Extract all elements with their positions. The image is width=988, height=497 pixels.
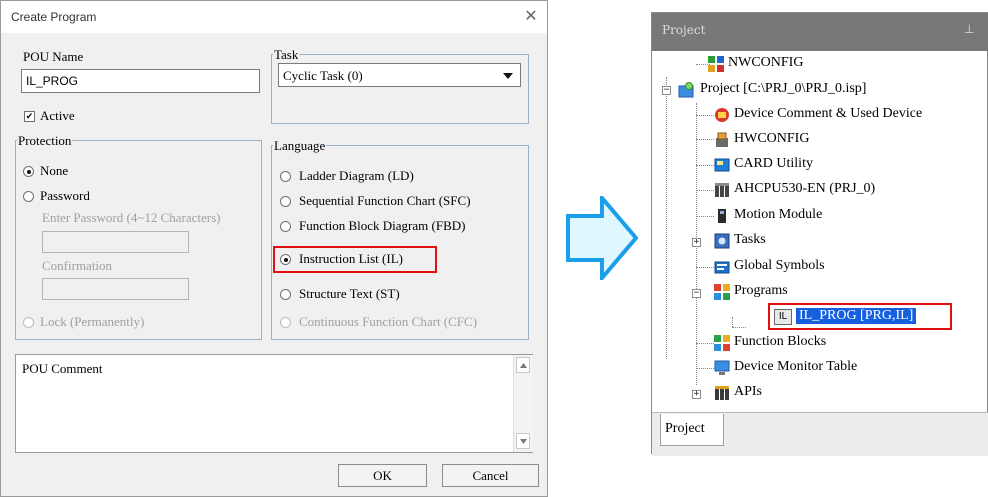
- enter-password-label: Enter Password (4~12 Characters): [42, 210, 221, 225]
- project-icon: [678, 82, 694, 98]
- pou-name-input[interactable]: IL_PROG: [21, 69, 260, 93]
- collapse-icon[interactable]: −: [662, 86, 671, 95]
- language-legend: Language: [273, 138, 327, 153]
- language-cfc-radio[interactable]: [280, 317, 291, 328]
- language-ld-radio[interactable]: [280, 171, 291, 182]
- protection-none-label: None: [40, 163, 69, 178]
- tree-label: APIs: [734, 384, 763, 399]
- create-program-dialog: Create Program ✕ POU Name IL_PROG ✔ Acti…: [0, 0, 548, 497]
- project-panel: Project ⊥ NWCONFIG − Project [C:\PRJ_0\P…: [651, 12, 988, 456]
- pou-comment-label: POU Comment: [22, 361, 103, 376]
- apis-icon: [715, 386, 729, 400]
- right-arrow-icon: [566, 196, 638, 280]
- tree-line-programs: [732, 317, 733, 327]
- chevron-down-icon: [503, 73, 513, 79]
- pou-name-label: POU Name: [23, 49, 84, 64]
- active-label: Active: [40, 108, 75, 123]
- expand-icon[interactable]: +: [692, 390, 701, 399]
- tree-label: HWCONFIG: [734, 131, 810, 146]
- comment-scrollbar[interactable]: [513, 355, 533, 452]
- active-checkbox[interactable]: ✔: [24, 111, 35, 122]
- il-badge-icon: IL: [774, 309, 792, 325]
- protection-legend: Protection: [17, 133, 73, 148]
- tree-hline: [696, 139, 714, 140]
- global-symbols-icon: [714, 261, 730, 274]
- language-sfc-label: Sequential Function Chart (SFC): [299, 193, 471, 208]
- motion-module-icon: [718, 209, 726, 223]
- tree-label: Global Symbols: [734, 258, 825, 273]
- hwconfig-icon: [716, 132, 728, 147]
- protection-password-label: Password: [40, 188, 90, 203]
- tree-label: Motion Module: [734, 207, 823, 222]
- pin-icon[interactable]: ⊥: [964, 22, 974, 36]
- tree-label: NWCONFIG: [728, 55, 804, 70]
- confirmation-label: Confirmation: [42, 258, 113, 273]
- tree-hline: [696, 115, 714, 116]
- tree-label: Project [C:\PRJ_0\PRJ_0.isp]: [700, 81, 867, 96]
- lock-label: Lock (Permanently): [40, 314, 145, 329]
- cancel-button[interactable]: Cancel: [442, 464, 539, 487]
- collapse-icon[interactable]: −: [692, 289, 701, 298]
- scroll-up-button[interactable]: [516, 357, 530, 373]
- language-il-label: Instruction List (IL): [299, 251, 403, 266]
- device-comment-icon: [715, 108, 729, 122]
- confirmation-input[interactable]: [42, 278, 189, 300]
- language-fbd-radio[interactable]: [280, 221, 291, 232]
- language-fbd-label: Function Block Diagram (FBD): [299, 218, 466, 233]
- task-select[interactable]: Cyclic Task (0): [278, 63, 521, 87]
- language-ld-label: Ladder Diagram (LD): [299, 168, 414, 183]
- pou-name-value: IL_PROG: [26, 74, 79, 88]
- tree-label: Function Blocks: [734, 334, 827, 349]
- nwconfig-icon: [708, 56, 724, 72]
- tree-label: Tasks: [734, 232, 766, 247]
- tree-label: Device Monitor Table: [734, 359, 858, 374]
- device-monitor-icon: [714, 360, 730, 375]
- protection-password-radio[interactable]: [23, 191, 34, 202]
- tree-label: CARD Utility: [734, 156, 813, 171]
- language-st-label: Structure Text (ST): [299, 286, 400, 301]
- dialog-title: Create Program: [11, 10, 97, 24]
- task-legend: Task: [273, 47, 300, 62]
- function-blocks-icon: [714, 335, 730, 351]
- language-st-radio[interactable]: [280, 289, 291, 300]
- tree-hline: [696, 267, 714, 268]
- protection-none-radio[interactable]: [23, 166, 34, 177]
- programs-icon: [714, 284, 730, 300]
- password-input[interactable]: [42, 231, 189, 253]
- expand-icon[interactable]: +: [692, 238, 701, 247]
- lock-radio[interactable]: [23, 317, 34, 328]
- tree-hline: [696, 343, 714, 344]
- card-utility-icon: [714, 158, 730, 172]
- project-panel-header: Project ⊥: [652, 13, 988, 51]
- close-icon[interactable]: ✕: [521, 5, 541, 27]
- tree-label: AHCPU530-EN (PRJ_0): [734, 181, 876, 196]
- tasks-icon: [714, 233, 730, 249]
- tree-label: Device Comment & Used Device: [734, 106, 923, 121]
- tree-hline: [696, 165, 714, 166]
- tree-line-root: [666, 77, 667, 359]
- language-il-radio[interactable]: [280, 254, 291, 265]
- cpu-icon: [715, 183, 729, 197]
- project-panel-tabbar: Project: [652, 412, 988, 456]
- scroll-down-button[interactable]: [516, 433, 530, 449]
- tree-label-selected: IL_PROG [PRG,IL]: [796, 308, 917, 324]
- tree-hline: [696, 216, 714, 217]
- tree-hline: [696, 368, 714, 369]
- tree-hline: [696, 190, 714, 191]
- scroll-up-icon: [520, 363, 527, 368]
- tree-label: Programs: [734, 283, 788, 298]
- tree-hline: [732, 327, 746, 328]
- task-select-value: Cyclic Task (0): [283, 68, 363, 83]
- scroll-down-icon: [520, 439, 527, 444]
- project-panel-title: Project: [662, 23, 706, 37]
- language-sfc-radio[interactable]: [280, 196, 291, 207]
- language-cfc-label: Continuous Function Chart (CFC): [299, 314, 478, 329]
- tab-project[interactable]: Project: [660, 414, 724, 446]
- pou-comment-textarea[interactable]: POU Comment: [15, 354, 533, 453]
- dialog-titlebar: Create Program ✕: [1, 1, 547, 33]
- ok-button[interactable]: OK: [338, 464, 427, 487]
